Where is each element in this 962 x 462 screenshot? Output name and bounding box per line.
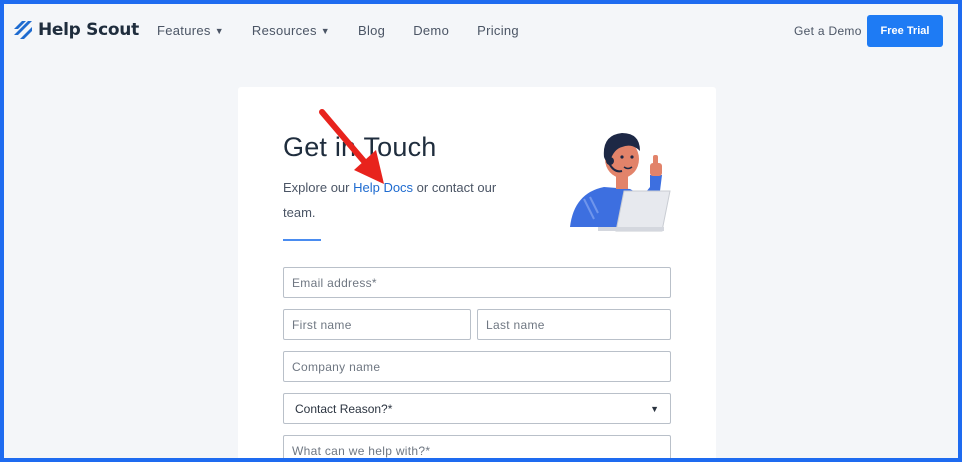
brand-logo[interactable]: Help Scout: [12, 18, 139, 42]
nav-item-label: Demo: [413, 23, 450, 38]
nav-item-demo[interactable]: Demo: [413, 23, 449, 38]
nav-item-label: Features: [157, 23, 211, 38]
nav-item-pricing[interactable]: Pricing: [477, 23, 519, 38]
title-divider: [283, 239, 321, 241]
support-agent-illustration: [570, 133, 671, 232]
chevron-down-icon: ▼: [214, 25, 224, 36]
contact-card: Get in Touch Explore our Help Docs or co…: [238, 87, 716, 462]
brand-name: Help Scout: [38, 20, 139, 40]
email-field[interactable]: Email address*: [283, 267, 671, 298]
chevron-down-icon: ▼: [320, 25, 330, 36]
nav-item-label: Resources: [251, 23, 317, 38]
nav-item-resources[interactable]: Resources ▼: [252, 23, 330, 38]
company-name-field[interactable]: Company name: [283, 351, 671, 382]
first-name-field[interactable]: First name: [283, 309, 471, 340]
nav-item-features[interactable]: Features ▼: [157, 23, 224, 38]
main-nav: Features ▼ Resources ▼ Blog Demo Pricing: [157, 23, 547, 38]
red-annotation-arrow-icon: [319, 109, 384, 184]
contact-reason-value: Contact Reason?*: [295, 401, 393, 416]
free-trial-button[interactable]: Free Trial: [867, 15, 943, 47]
help-message-field[interactable]: What can we help with?*: [283, 435, 671, 462]
nav-item-label: Pricing: [477, 23, 519, 38]
site-header: Help Scout Features ▼ Resources ▼ Blog D…: [4, 4, 958, 60]
get-demo-link[interactable]: Get a Demo: [794, 24, 862, 38]
chevron-down-icon: ▼: [650, 403, 659, 414]
nav-item-blog[interactable]: Blog: [358, 23, 385, 38]
nav-item-label: Blog: [357, 23, 386, 38]
help-scout-logo-icon: [14, 21, 32, 39]
last-name-field[interactable]: Last name: [477, 309, 671, 340]
contact-reason-select[interactable]: Contact Reason?* ▼: [283, 393, 671, 424]
